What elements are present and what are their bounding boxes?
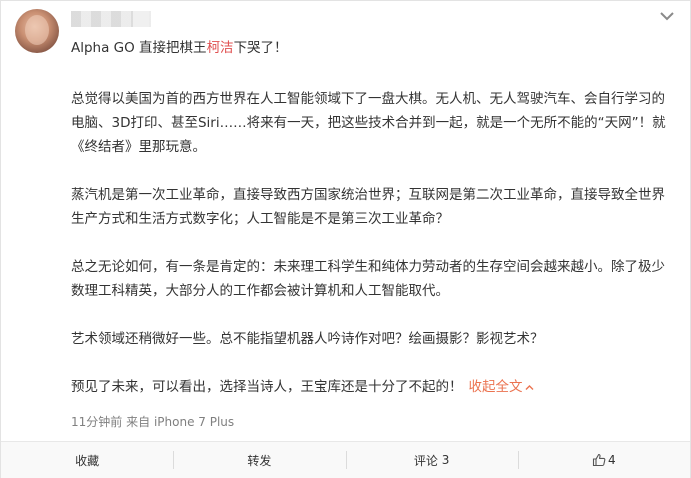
collapse-label[interactable]: 收起全文 (469, 379, 523, 395)
favorite-button[interactable]: 收藏 (1, 442, 173, 478)
thumbs-up-icon (592, 454, 606, 467)
repost-label: 转发 (247, 453, 272, 468)
post-source[interactable]: iPhone 7 Plus (154, 415, 234, 429)
favorite-label: 收藏 (75, 453, 100, 468)
post-paragraph-3: 总之无论如何，有一条是肯定的：未来理工科学生和纯体力劳动者的生存空间会越来越小。… (71, 259, 665, 299)
collapse-full-text-link[interactable]: 收起全文 (469, 379, 534, 395)
headline-text-before: Alpha GO 直接把棋王 (71, 40, 207, 56)
headline-text-after: 下哭了！ (233, 40, 288, 56)
post-headline: Alpha GO 直接把棋王柯洁下哭了！ (71, 39, 288, 57)
post-paragraph-2: 蒸汽机是第一次工业革命，直接导致西方国家统治世界；互联网是第二次工业革命，直接导… (71, 187, 665, 227)
post-paragraph-5: 预见了未来，可以看出，选择当诗人，王宝库还是十分了不起的！ 收起全文 (71, 375, 677, 399)
user-badge-icon (133, 11, 149, 27)
source-prefix: 来自 (126, 415, 151, 429)
post-paragraph-4: 艺术领域还稍微好一些。总不能指望机器人吟诗作对吧？绘画摄影？影视艺术？ (71, 331, 544, 347)
post-meta: 11分钟前 来自 iPhone 7 Plus (71, 413, 234, 430)
post-paragraph-5-text: 预见了未来，可以看出，选择当诗人，王宝库还是十分了不起的！ (71, 379, 463, 395)
repost-button[interactable]: 转发 (173, 442, 345, 478)
chevron-up-icon[interactable] (525, 383, 534, 392)
like-count: 4 (608, 453, 616, 467)
comment-count: 3 (441, 453, 450, 467)
comment-label: 评论 (413, 453, 438, 468)
chevron-down-icon[interactable] (658, 9, 676, 23)
headline-highlight-keyword[interactable]: 柯洁 (207, 40, 234, 56)
comment-button[interactable]: 评论 3 (345, 442, 518, 478)
post-action-bar: 收藏 转发 评论 3 4 (1, 441, 690, 478)
post-body: 总觉得以美国为首的西方世界在人工智能领域下了一盘大棋。无人机、无人驾驶汽车、会自… (71, 87, 677, 399)
user-avatar-icon[interactable] (15, 9, 59, 53)
post-paragraph-1: 总觉得以美国为首的西方世界在人工智能领域下了一盘大棋。无人机、无人驾驶汽车、会自… (71, 91, 666, 155)
weibo-post-card: Alpha GO 直接把棋王柯洁下哭了！ 总觉得以美国为首的西方世界在人工智能领… (0, 0, 691, 478)
post-time[interactable]: 11分钟前 (71, 415, 122, 429)
like-button[interactable]: 4 (517, 442, 690, 478)
